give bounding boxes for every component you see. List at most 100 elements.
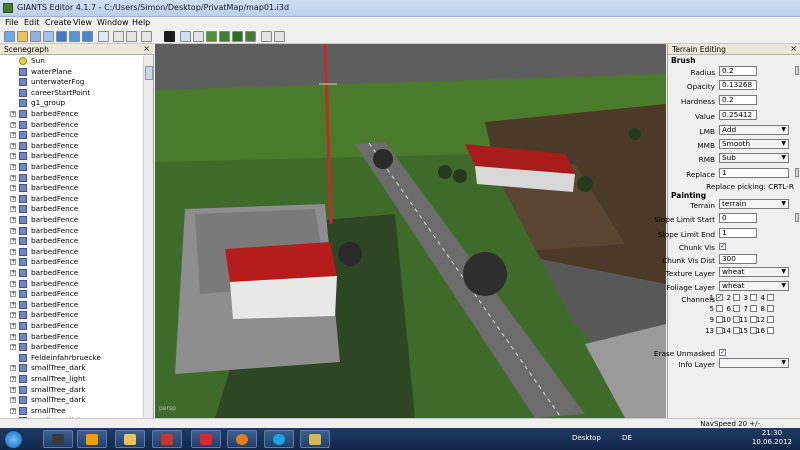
value-input[interactable]: 0.25412 [719, 110, 757, 120]
terrain-sculpt-icon[interactable] [206, 31, 217, 42]
taskbar-app-tractor[interactable] [43, 430, 73, 448]
replace-input[interactable]: 1 [719, 168, 789, 178]
3d-viewport[interactable]: persp [155, 44, 666, 418]
menu-create[interactable]: Create [45, 18, 72, 27]
channel-checkbox[interactable] [767, 327, 774, 334]
expand-icon[interactable]: + [10, 248, 16, 255]
mmb-select[interactable]: Smooth ▼ [719, 139, 789, 149]
menu-help[interactable]: Help [132, 18, 150, 27]
expand-icon[interactable]: + [10, 153, 16, 160]
foliage-layer-select[interactable]: wheat ▼ [719, 281, 789, 291]
copy-icon[interactable] [141, 31, 152, 42]
scenegraph-node[interactable]: + barbedFence [0, 332, 144, 343]
redo-icon[interactable] [126, 31, 137, 42]
channel-checkbox[interactable] [767, 305, 774, 312]
expand-icon[interactable]: + [10, 132, 16, 139]
grid-icon[interactable] [274, 31, 285, 42]
scenegraph-node[interactable]: + barbedFence [0, 257, 144, 268]
taskbar-app-media[interactable] [152, 430, 182, 448]
texture-layer-select[interactable]: wheat ▼ [719, 267, 789, 277]
open-folder-icon[interactable] [17, 31, 28, 42]
replace-slider[interactable] [795, 168, 799, 177]
expand-icon[interactable]: + [10, 185, 16, 192]
scenegraph-node[interactable]: + barbedFence [0, 247, 144, 258]
new-file-icon[interactable] [4, 31, 15, 42]
rmb-select[interactable]: Sub ▼ [719, 153, 789, 163]
expand-icon[interactable]: + [10, 195, 16, 202]
start-button[interactable] [4, 430, 23, 449]
close-icon[interactable]: × [790, 44, 797, 53]
scenegraph-node[interactable]: + smallTree_dark [0, 395, 144, 406]
expand-icon[interactable]: + [10, 397, 16, 404]
scenegraph-node[interactable]: + barbedFence [0, 289, 144, 300]
menu-edit[interactable]: Edit [24, 18, 40, 27]
chunk-vis-checkbox[interactable]: ✓ [719, 243, 726, 250]
expand-icon[interactable]: + [10, 365, 16, 372]
slope-limit-start-input[interactable]: 0 [719, 213, 757, 223]
opacity-input[interactable]: 0.13268 [719, 80, 757, 90]
slope-limit-end-input[interactable]: 1 [719, 228, 757, 238]
desktop-toolbar-label[interactable]: Desktop [572, 434, 601, 442]
expand-icon[interactable]: + [10, 312, 16, 319]
scenegraph-node[interactable]: + barbedFence [0, 162, 144, 173]
scenegraph-node[interactable]: Sun [0, 56, 144, 67]
expand-icon[interactable]: + [10, 238, 16, 245]
expand-icon[interactable]: + [10, 259, 16, 266]
scenegraph-node[interactable]: + barbedFence [0, 342, 144, 353]
expand-icon[interactable]: + [10, 386, 16, 393]
expand-icon[interactable]: + [10, 280, 16, 287]
expand-icon[interactable]: + [10, 291, 16, 298]
chunk-vis-dist-input[interactable]: 300 [719, 254, 757, 264]
menu-view[interactable]: View [73, 18, 92, 27]
scenegraph-node[interactable]: + barbedFence [0, 310, 144, 321]
scrollbar-thumb[interactable] [145, 66, 153, 80]
taskbar-app-giants-editor[interactable] [300, 430, 330, 448]
expand-icon[interactable]: + [10, 270, 16, 276]
expand-icon[interactable]: + [10, 217, 16, 223]
scenegraph-node[interactable]: + barbedFence [0, 268, 144, 279]
save-all-icon[interactable] [82, 31, 93, 42]
terrain-paint-icon[interactable] [219, 31, 230, 42]
menu-window[interactable]: Window [97, 18, 129, 27]
slope-limit-slider[interactable] [795, 213, 799, 222]
hardness-input[interactable]: 0.2 [719, 95, 757, 105]
info-layer-select[interactable]: ▼ [719, 358, 789, 368]
terrain-select[interactable]: terrain ▼ [719, 199, 789, 209]
expand-icon[interactable]: + [10, 111, 16, 117]
scenegraph-node[interactable]: + barbedFence [0, 141, 144, 152]
export-icon[interactable] [43, 31, 54, 42]
move-tool-icon[interactable] [193, 31, 204, 42]
expand-icon[interactable]: + [10, 227, 16, 234]
expand-icon[interactable]: + [10, 301, 16, 308]
taskbar-app-skype[interactable] [264, 430, 294, 448]
scenegraph-node[interactable]: + barbedFence [0, 194, 144, 205]
erase-unmasked-checkbox[interactable]: ✓ [719, 349, 726, 356]
channel-checkbox[interactable] [767, 316, 774, 323]
expand-icon[interactable]: + [10, 376, 16, 382]
channel-checkbox[interactable] [767, 294, 774, 301]
scenegraph-node[interactable]: + barbedFence [0, 120, 144, 131]
scenegraph-node[interactable]: careerStartPoint [0, 88, 144, 99]
scenegraph-node[interactable]: + barbedFence [0, 130, 144, 141]
system-clock[interactable]: 21:30 10.06.2012 [752, 429, 792, 447]
scenegraph-scrollbar[interactable] [143, 56, 153, 418]
refresh-icon[interactable] [98, 31, 109, 42]
play-icon[interactable] [164, 31, 175, 42]
close-icon[interactable]: × [143, 44, 150, 53]
expand-icon[interactable]: + [10, 142, 16, 149]
expand-icon[interactable]: + [10, 407, 16, 414]
save-as-icon[interactable] [69, 31, 80, 42]
expand-icon[interactable]: + [10, 206, 16, 213]
expand-icon[interactable]: + [10, 323, 16, 329]
scenegraph-node[interactable]: + barbedFence [0, 183, 144, 194]
scenegraph-node[interactable]: + barbedFence [0, 109, 144, 120]
taskbar-app-firefox[interactable] [227, 430, 257, 448]
radius-input[interactable]: 0.2 [719, 66, 757, 76]
undo-icon[interactable] [113, 31, 124, 42]
scenegraph-node[interactable]: + barbedFence [0, 236, 144, 247]
expand-icon[interactable]: + [10, 164, 16, 170]
scenegraph-node[interactable]: + barbedFence [0, 173, 144, 184]
radius-slider[interactable] [795, 66, 799, 75]
expand-icon[interactable]: + [10, 174, 16, 181]
scenegraph-node[interactable]: + barbedFence [0, 321, 144, 332]
